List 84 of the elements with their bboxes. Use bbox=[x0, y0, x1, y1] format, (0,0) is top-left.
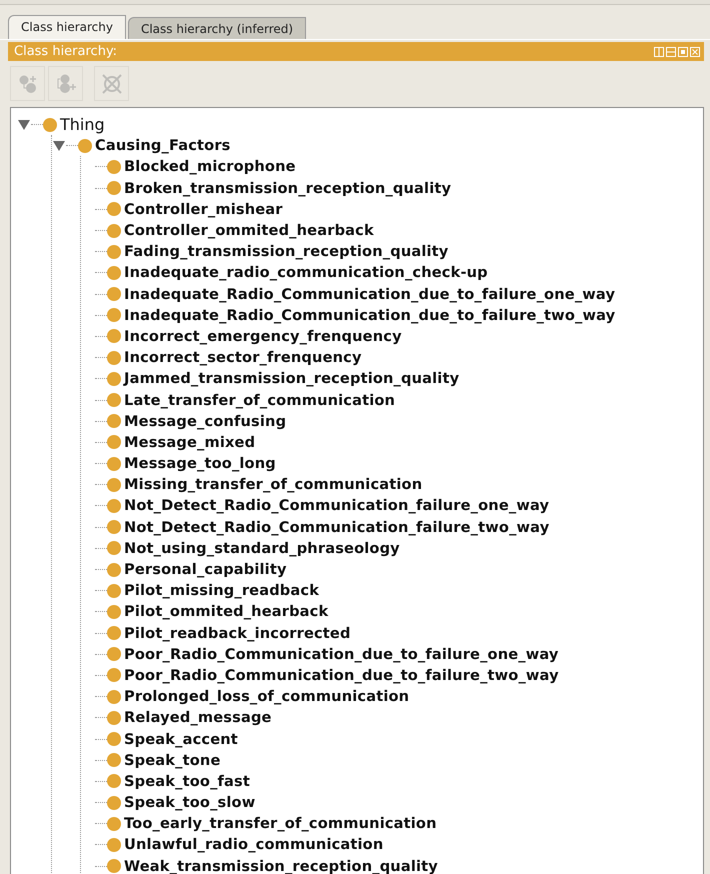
add-sibling-icon bbox=[54, 72, 76, 94]
class-label[interactable]: Not_Detect_Radio_Communication_failure_two_way bbox=[124, 518, 550, 536]
class-icon bbox=[107, 244, 121, 259]
class-icon bbox=[107, 668, 121, 682]
class-label[interactable]: Personal_capability bbox=[124, 561, 287, 578]
class-label[interactable]: Causing_Factors bbox=[95, 137, 231, 154]
class-label[interactable]: Message_too_long bbox=[124, 455, 276, 472]
class-icon bbox=[107, 181, 121, 196]
class-label[interactable]: Message_confusing bbox=[124, 412, 286, 430]
class-icon bbox=[107, 498, 121, 513]
tab[interactable]: Class hierarchy (inferred) bbox=[128, 17, 306, 39]
collapse-arrow-icon[interactable] bbox=[17, 118, 31, 131]
class-icon bbox=[107, 584, 121, 598]
class-label[interactable]: Late_transfer_of_communication bbox=[124, 392, 396, 409]
class-label[interactable]: Incorrect_emergency_frenquency bbox=[124, 328, 402, 345]
class-icon bbox=[107, 541, 121, 556]
class-label[interactable]: Speak_too_fast bbox=[124, 772, 250, 790]
class-label[interactable]: Prolonged_loss_of_communication bbox=[124, 688, 410, 706]
class-icon bbox=[78, 138, 92, 153]
class-icon bbox=[107, 266, 121, 280]
class-icon bbox=[107, 816, 121, 831]
class-label[interactable]: Speak_accent bbox=[124, 730, 238, 748]
class-icon bbox=[107, 710, 121, 725]
class-label[interactable]: Pilot_ommited_hearback bbox=[124, 603, 328, 620]
class-icon bbox=[107, 562, 121, 577]
class-label[interactable]: Poor_Radio_Communication_due_to_failure_one_way bbox=[124, 646, 559, 663]
class-icon bbox=[107, 435, 121, 450]
class-label[interactable]: Fading_transmission_reception_quality bbox=[124, 243, 448, 260]
class-label[interactable]: Not_Detect_Radio_Communication_failure_one_way bbox=[124, 497, 550, 514]
class-icon bbox=[107, 350, 121, 365]
class-label[interactable]: Not_using_standard_phraseology bbox=[124, 540, 400, 557]
class-icon bbox=[43, 118, 57, 132]
class-icon bbox=[107, 160, 121, 174]
collapse-arrow-icon[interactable] bbox=[52, 140, 66, 152]
class-icon bbox=[107, 838, 121, 852]
class-label[interactable]: Inadequate_Radio_Communication_due_to_failure_one_way bbox=[124, 286, 616, 303]
class-icon bbox=[107, 329, 121, 344]
class-label[interactable]: Controller_ommited_hearback bbox=[124, 222, 374, 240]
minimize-icon[interactable] bbox=[666, 46, 676, 56]
add-subclass-icon bbox=[16, 72, 38, 94]
class-label[interactable]: Unlawful_radio_communication bbox=[124, 836, 384, 854]
class-icon bbox=[107, 753, 121, 768]
class-label[interactable]: Too_early_transfer_of_communication bbox=[124, 815, 437, 832]
tab[interactable]: Class hierarchy bbox=[8, 15, 126, 39]
maximize-icon[interactable] bbox=[678, 46, 688, 56]
split-icon[interactable] bbox=[654, 46, 664, 56]
class-icon bbox=[107, 774, 121, 788]
class-label[interactable]: Relayed_message bbox=[124, 709, 272, 726]
class-label[interactable]: Inadequate_radio_communication_check-up bbox=[124, 264, 488, 282]
delete-icon bbox=[100, 72, 124, 96]
class-label[interactable]: Incorrect_sector_frenquency bbox=[124, 349, 362, 366]
class-icon bbox=[107, 859, 121, 874]
class-icon bbox=[107, 456, 121, 471]
class-label[interactable]: Message_mixed bbox=[124, 434, 256, 451]
class-icon bbox=[107, 647, 121, 662]
class-icon bbox=[107, 732, 121, 746]
class-label[interactable]: Broken_transmission_reception_quality bbox=[124, 180, 452, 197]
class-icon bbox=[107, 393, 121, 408]
class-icon bbox=[107, 308, 121, 322]
class-icon bbox=[107, 604, 121, 619]
class-label[interactable]: Speak_tone bbox=[124, 752, 220, 769]
class-label[interactable]: Pilot_readback_incorrected bbox=[124, 624, 351, 642]
class-icon bbox=[107, 287, 121, 302]
class-icon bbox=[107, 796, 121, 810]
class-icon bbox=[107, 520, 121, 534]
class-icon bbox=[107, 202, 121, 216]
close-icon[interactable] bbox=[690, 46, 700, 56]
class-label[interactable]: Controller_mishear bbox=[124, 200, 283, 218]
class-label[interactable]: Speak_too_slow bbox=[124, 794, 256, 812]
class-label[interactable]: Blocked_microphone bbox=[124, 158, 296, 176]
class-label[interactable]: Missing_transfer_of_communication bbox=[124, 476, 422, 494]
class-icon bbox=[107, 626, 121, 640]
class-icon bbox=[107, 224, 121, 238]
class-label[interactable]: Poor_Radio_Communication_due_to_failure_two_way bbox=[124, 666, 559, 684]
class-icon bbox=[107, 478, 121, 492]
view-title: Class hierarchy: bbox=[14, 44, 118, 59]
class-label[interactable]: Pilot_missing_readback bbox=[124, 582, 320, 600]
class-label[interactable]: Jammed_transmission_reception_quality bbox=[124, 370, 460, 388]
class-label[interactable]: Thing bbox=[60, 115, 105, 134]
class-icon bbox=[107, 690, 121, 704]
class-icon bbox=[107, 372, 121, 386]
class-icon bbox=[107, 414, 121, 428]
class-label[interactable]: Weak_transmission_reception_quality bbox=[124, 858, 438, 874]
class-label[interactable]: Inadequate_Radio_Communication_due_to_failure_two_way bbox=[124, 306, 616, 324]
